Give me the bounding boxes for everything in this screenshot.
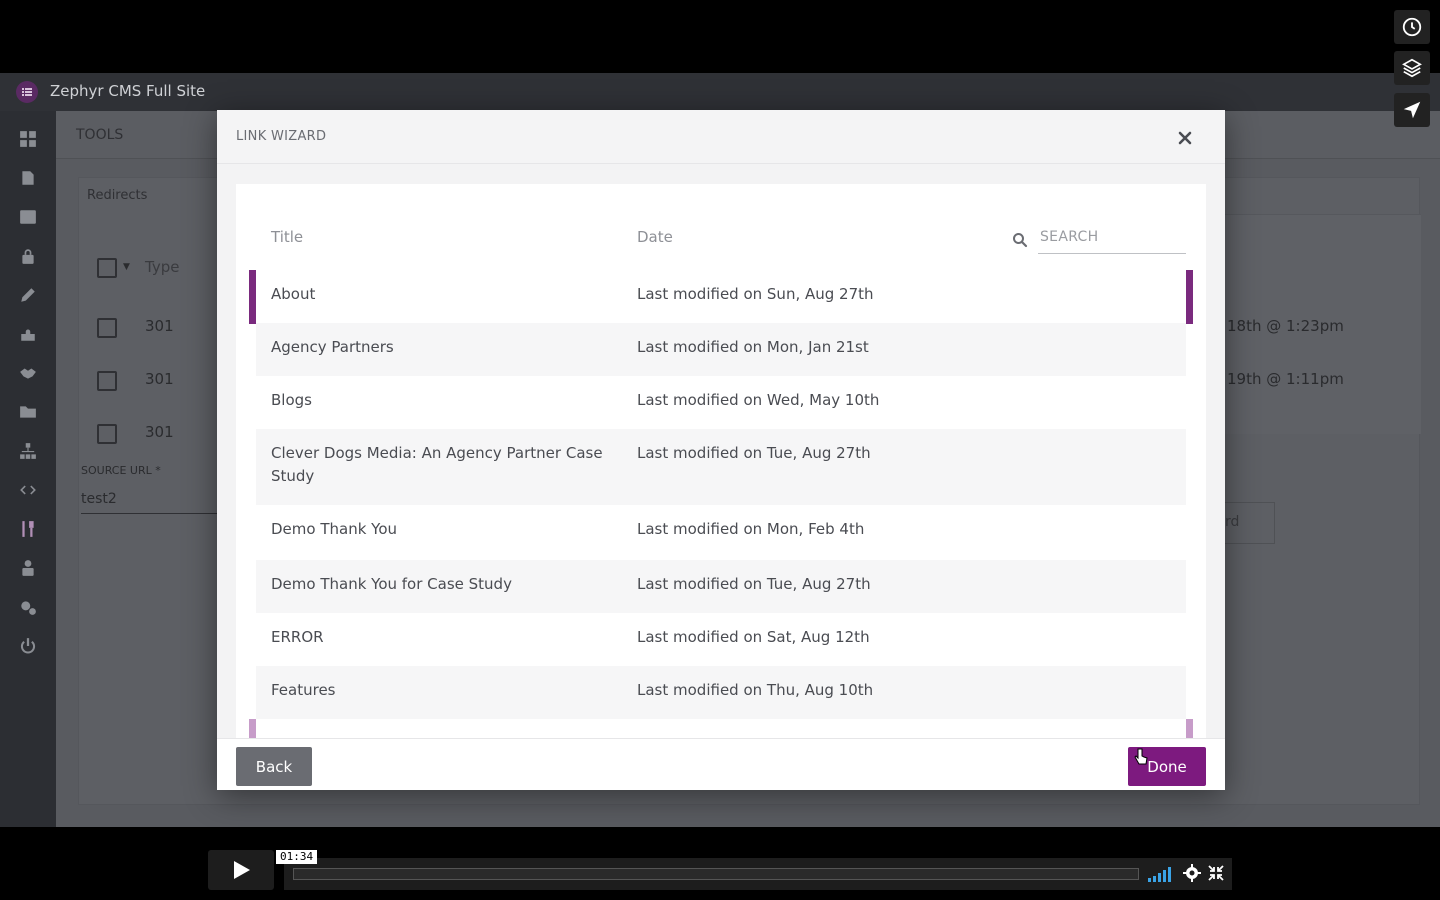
edit-icon[interactable] <box>18 285 38 305</box>
progress-track[interactable] <box>293 868 1139 880</box>
fullscreen-icon[interactable] <box>1208 865 1224 881</box>
row-checkbox[interactable] <box>97 371 117 391</box>
item-date: Last modified on Tue, Aug 27th <box>637 575 871 593</box>
settings-gears-icon[interactable] <box>18 597 38 617</box>
volume-icon[interactable] <box>1148 866 1174 882</box>
redirect-type: 301 <box>145 423 174 441</box>
play-icon <box>234 861 250 879</box>
handshake-icon[interactable] <box>18 363 38 383</box>
list-item[interactable]: Agency Partners Last modified on Mon, Ja… <box>256 323 1186 376</box>
row-checkbox[interactable] <box>97 424 117 444</box>
puzzle-icon[interactable] <box>18 324 38 344</box>
settings-icon[interactable] <box>1183 864 1201 882</box>
modal-title: LINK WIZARD <box>236 129 327 144</box>
source-url-label: SOURCE URL * <box>81 464 161 477</box>
lock-icon[interactable] <box>18 246 38 266</box>
close-icon <box>1178 131 1192 145</box>
date-column-header: Date <box>637 228 673 246</box>
item-title: Blogs <box>271 391 312 409</box>
sitemap-icon[interactable] <box>18 441 38 461</box>
redirect-type: 301 <box>145 370 174 388</box>
list-item[interactable]: Clever Dogs Media: An Agency Partner Cas… <box>256 429 1186 505</box>
back-button[interactable]: Back <box>236 747 312 786</box>
hover-indicator <box>249 719 256 738</box>
video-player-controls: 01:34 <box>208 850 1232 890</box>
selection-indicator <box>249 270 256 324</box>
search-icon <box>1013 233 1028 248</box>
hover-indicator <box>1186 719 1193 738</box>
video-frame: Zephyr CMS Full Site TOOLS Redirects ▼ T… <box>0 0 1440 900</box>
modal-footer: Back Done <box>217 738 1225 790</box>
item-date: Last modified on Tue, Aug 27th <box>637 444 871 462</box>
time-indicator: 01:34 <box>276 850 318 864</box>
item-title: ERROR <box>271 628 324 646</box>
title-column-header: Title <box>271 228 304 246</box>
background-button[interactable]: rd <box>1225 502 1275 544</box>
type-header: Type <box>145 258 180 276</box>
item-title: Features <box>271 681 336 699</box>
item-title: Demo Thank You <box>271 520 398 538</box>
item-title: About <box>271 285 316 303</box>
item-title: Agency Partners <box>271 338 394 356</box>
item-date: Last modified on Wed, May 10th <box>637 391 880 409</box>
page-list: Title Date About Last modified on Sun, A… <box>236 184 1206 738</box>
layers-icon[interactable] <box>1394 51 1430 85</box>
list-item[interactable]: Demo Thank You for Case Study Last modif… <box>256 560 1186 613</box>
app-header: Zephyr CMS Full Site <box>0 73 1440 111</box>
redirects-title: Redirects <box>87 188 148 203</box>
chevron-down-icon[interactable]: ▼ <box>123 262 130 272</box>
menu-icon[interactable] <box>16 81 38 103</box>
item-date: Last modified on Sun, Aug 27th <box>637 285 874 303</box>
clock-icon[interactable] <box>1394 10 1430 44</box>
app-title: Zephyr CMS Full Site <box>50 82 206 100</box>
item-date: Last modified on Mon, Jan 21st <box>637 338 869 356</box>
list-item[interactable]: About Last modified on Sun, Aug 27th <box>256 270 1186 323</box>
list-item[interactable]: Blogs Last modified on Wed, May 10th <box>256 376 1186 429</box>
dashboard-icon[interactable] <box>18 129 38 149</box>
link-wizard-modal: LINK WIZARD Title Date About Last modifi… <box>217 110 1225 790</box>
search-input[interactable] <box>1038 220 1186 254</box>
close-button[interactable] <box>1173 126 1197 150</box>
item-title: Demo Thank You for Case Study <box>271 575 512 593</box>
source-url-field[interactable]: test2 <box>81 491 221 514</box>
send-icon[interactable] <box>1394 93 1430 127</box>
select-all-checkbox[interactable] <box>97 258 117 278</box>
item-title: Clever Dogs Media: An Agency Partner Cas… <box>271 444 603 485</box>
folder-icon[interactable] <box>18 402 38 422</box>
list-item[interactable]: ERROR Last modified on Sat, Aug 12th <box>256 613 1186 666</box>
item-date: Last modified on Thu, Aug 10th <box>637 681 874 699</box>
play-button[interactable] <box>208 850 274 890</box>
list-icon[interactable] <box>18 207 38 227</box>
list-item[interactable]: Features Last modified on Thu, Aug 10th <box>256 666 1186 719</box>
modal-header: LINK WIZARD <box>217 110 1225 164</box>
hand-cursor-icon <box>1134 748 1148 765</box>
sidebar <box>0 111 56 827</box>
content-icon[interactable] <box>18 168 38 188</box>
search-box <box>1012 220 1188 254</box>
redirect-date: 19th @ 1:11pm <box>1227 370 1344 388</box>
redirect-date: 18th @ 1:23pm <box>1227 317 1344 335</box>
item-date: Last modified on Mon, Feb 4th <box>637 520 865 538</box>
selection-indicator <box>1186 270 1193 324</box>
code-icon[interactable] <box>18 480 38 500</box>
item-date: Last modified on Sat, Aug 12th <box>637 628 870 646</box>
list-item[interactable]: Demo Thank You Last modified on Mon, Feb… <box>256 505 1186 560</box>
power-icon[interactable] <box>18 636 38 656</box>
tools-label: TOOLS <box>76 127 124 143</box>
redirects-table-right: 18th @ 1:23pm 19th @ 1:11pm <box>1225 214 1421 434</box>
tools-icon[interactable] <box>18 519 38 539</box>
modal-body: Title Date About Last modified on Sun, A… <box>217 164 1225 738</box>
user-lock-icon[interactable] <box>18 558 38 578</box>
row-checkbox[interactable] <box>97 318 117 338</box>
redirect-type: 301 <box>145 317 174 335</box>
